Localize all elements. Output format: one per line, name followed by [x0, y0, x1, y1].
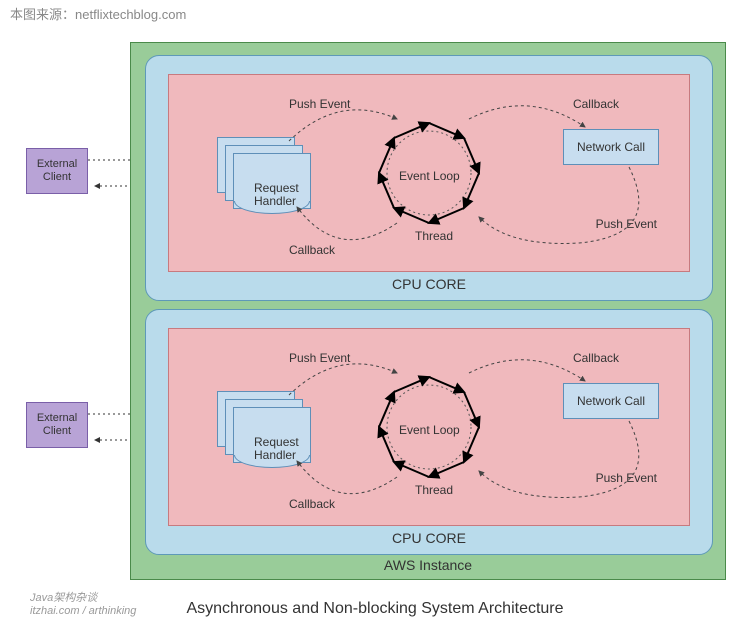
cpu-core-label: CPU CORE: [146, 276, 712, 292]
event-pool-box: Request Handler Network Call: [168, 74, 690, 272]
cpu-core-box: Request Handler Network Call: [145, 309, 713, 555]
cpu-core-box: Request Handler Network Call: [145, 55, 713, 301]
label-push-event: Push Event: [289, 97, 350, 111]
external-client-box: External Client: [26, 402, 88, 448]
label-thread: Thread: [415, 483, 453, 497]
label-push-event: Push Event: [596, 217, 657, 231]
watermark: Java架构杂谈 itzhai.com / arthinking: [30, 592, 136, 618]
event-pool-box: Request Handler Network Call: [168, 328, 690, 526]
label-callback: Callback: [289, 497, 335, 511]
label-event-loop: Event Loop: [399, 423, 460, 437]
external-client-box: External Client: [26, 148, 88, 194]
label-callback: Callback: [573, 97, 619, 111]
cpu-core-label: CPU CORE: [146, 530, 712, 546]
label-callback: Callback: [289, 243, 335, 257]
label-push-event: Push Event: [596, 471, 657, 485]
label-event-loop: Event Loop: [399, 169, 460, 183]
aws-instance-box: Request Handler Network Call: [130, 42, 726, 580]
label-callback: Callback: [573, 351, 619, 365]
aws-instance-label: AWS Instance: [131, 557, 725, 573]
image-source: 本图来源：netflixtechblog.com: [10, 4, 186, 23]
label-thread: Thread: [415, 229, 453, 243]
label-push-event: Push Event: [289, 351, 350, 365]
